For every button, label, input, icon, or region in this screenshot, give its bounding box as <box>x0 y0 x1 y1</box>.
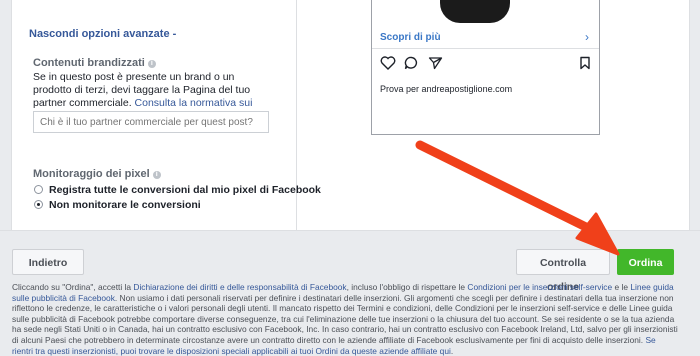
preview-image <box>440 0 510 23</box>
rights-statement-link[interactable]: Dichiarazione dei diritti e delle respon… <box>133 282 346 292</box>
legal-disclaimer: Cliccando su "Ordina", accetti la Dichia… <box>12 282 678 356</box>
pixel-tracking-title: Monitoraggio dei pixel i <box>33 168 161 180</box>
pixel-option-no-tracking[interactable]: Non monitorare le conversioni <box>34 199 201 211</box>
footer-divider <box>0 230 700 231</box>
self-serve-terms-link[interactable]: Condizioni per le inserzioni self-servic… <box>467 282 612 292</box>
bookmark-icon[interactable] <box>579 56 591 70</box>
ad-preview: Scopri di più › Prova per andreapostigli… <box>371 0 600 135</box>
preview-caption: Prova per andreapostiglione.com <box>380 84 513 94</box>
legal-text: Cliccando su "Ordina", accetti la <box>12 282 134 292</box>
legal-text: , incluso l'obbligo di rispettare le <box>346 282 468 292</box>
chevron-right-icon[interactable]: › <box>585 30 589 44</box>
pixel-tracking-title-text: Monitoraggio dei pixel <box>33 168 150 180</box>
pixel-option-label: Registra tutte le conversioni dal mio pi… <box>49 184 321 196</box>
branded-content-title: Contenuti brandizzati i <box>33 57 156 69</box>
back-button[interactable]: Indietro <box>12 249 84 275</box>
legal-text: . <box>450 345 454 356</box>
preview-divider <box>372 48 599 49</box>
share-icon[interactable] <box>428 56 443 70</box>
comment-icon[interactable] <box>404 56 419 70</box>
hide-advanced-options-link[interactable]: Nascondi opzioni avanzate - <box>29 28 176 40</box>
info-icon[interactable]: i <box>147 60 156 68</box>
radio-button[interactable] <box>34 185 43 194</box>
heart-icon[interactable] <box>380 56 396 70</box>
legal-text: e le <box>612 282 631 292</box>
pixel-option-track-all[interactable]: Registra tutte le conversioni dal mio pi… <box>34 184 321 196</box>
place-order-button[interactable]: Ordina <box>617 249 674 275</box>
info-icon[interactable]: i <box>152 171 161 179</box>
branded-content-title-text: Contenuti brandizzati <box>33 57 145 69</box>
learn-more-cta[interactable]: Scopri di più <box>380 32 441 43</box>
radio-button-selected[interactable] <box>34 200 43 209</box>
pixel-option-label: Non monitorare le conversioni <box>49 199 201 211</box>
review-order-button[interactable]: Controlla ordine <box>516 249 610 293</box>
business-partner-input[interactable] <box>33 111 269 133</box>
